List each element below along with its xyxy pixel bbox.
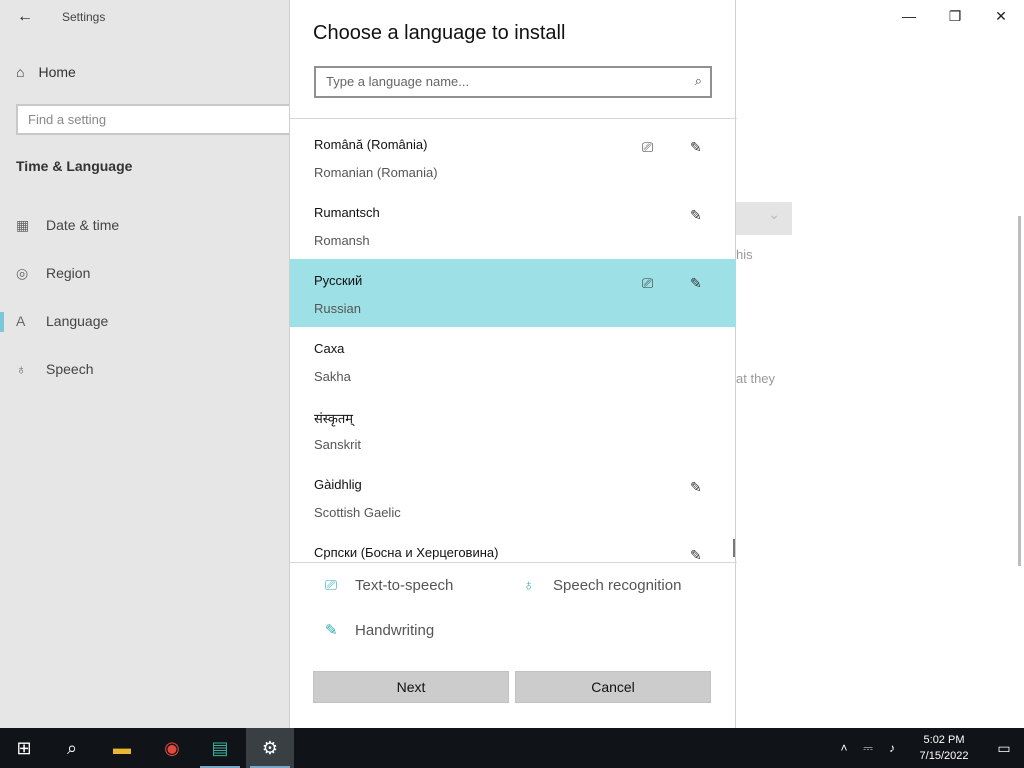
list-scrollbar[interactable] — [733, 539, 735, 557]
language-item-romansh[interactable]: Rumantsch Romansh ✎ — [290, 191, 736, 259]
language-search-input[interactable]: Type a language name... ⌕ — [314, 66, 712, 98]
language-native-name: Српски (Босна и Херцеговина) — [314, 545, 499, 560]
handwriting-icon: ✎ — [690, 139, 702, 155]
chrome-icon[interactable]: ◉ — [148, 728, 196, 768]
section-title: Time & Language — [16, 158, 133, 174]
text-to-speech-icon: ⎚ — [325, 577, 338, 594]
language-english-name: Sakha — [314, 369, 351, 384]
legend-text-to-speech: ⎚ Text-to-speech — [325, 577, 453, 594]
nav-item-language[interactable]: A Language — [0, 301, 289, 341]
language-search-placeholder: Type a language name... — [326, 74, 470, 89]
language-list: Română (România) Romanian (Romania) ⎚ ✎ … — [290, 118, 737, 562]
globe-icon: ◎ — [16, 264, 29, 281]
home-label: Home — [38, 64, 76, 80]
language-native-name: Română (România) — [314, 137, 428, 152]
region-dropdown[interactable] — [735, 202, 792, 235]
settings-gear-icon[interactable]: ⚙ — [246, 728, 294, 768]
scrollbar[interactable] — [1018, 216, 1021, 566]
handwriting-icon: ✎ — [690, 207, 702, 223]
language-item-sanskrit[interactable]: संस्कृतम् Sanskrit — [290, 395, 736, 463]
app-icon[interactable]: ▤ — [196, 728, 244, 768]
microphone-icon: ♁ — [523, 577, 535, 594]
dialog-title: Choose a language to install — [313, 22, 566, 44]
obscured-text: at they — [736, 371, 776, 386]
chevron-up-icon[interactable]: ˄ — [832, 741, 856, 755]
search-icon: ⌕ — [694, 73, 702, 88]
language-english-name: Sanskrit — [314, 437, 361, 452]
language-item-sakha[interactable]: Саха Sakha — [290, 327, 736, 395]
language-native-name: Gàidhlig — [314, 477, 362, 492]
obscured-text: his — [736, 247, 753, 262]
legend-label: Speech recognition — [553, 577, 682, 594]
find-setting-placeholder: Find a setting — [28, 112, 107, 127]
handwriting-icon: ✎ — [690, 547, 702, 562]
find-setting-input[interactable]: Find a setting — [16, 104, 296, 135]
handwriting-icon: ✎ — [325, 622, 338, 639]
language-native-name: संस्कृतम् — [314, 411, 354, 426]
microphone-icon: ♁ — [16, 361, 27, 377]
text-to-speech-icon: ⎚ — [642, 275, 654, 291]
language-icon: A — [16, 313, 26, 329]
nav-label: Region — [46, 265, 91, 281]
nav-label: Date & time — [46, 217, 120, 233]
handwriting-icon: ✎ — [690, 479, 702, 495]
language-item-russian[interactable]: Русский Russian ⎚ ✎ — [290, 259, 736, 327]
legend-handwriting: ✎ Handwriting — [325, 621, 435, 640]
window-controls: — ❐ ✕ — [886, 0, 1024, 32]
system-tray: ˄ ⎓ ♪ 5:02 PM 7/15/2022 ▭ — [832, 728, 1024, 768]
language-native-name: Саха — [314, 341, 345, 356]
text-to-speech-icon: ⎚ — [642, 139, 654, 155]
back-arrow-icon[interactable]: ← — [10, 4, 40, 30]
clock-time: 5:02 PM — [923, 734, 965, 746]
volume-icon[interactable]: ♪ — [880, 741, 904, 755]
calendar-icon: ▦ — [16, 216, 30, 233]
settings-sidebar: ← Settings ⌂ Home Find a setting Time & … — [0, 0, 296, 728]
restore-icon[interactable]: ❐ — [932, 0, 978, 32]
language-native-name: Русский — [314, 273, 363, 288]
network-icon[interactable]: ⎓ — [856, 741, 880, 756]
clock[interactable]: 5:02 PM 7/15/2022 — [904, 732, 984, 764]
legend-label: Text-to-speech — [355, 577, 454, 594]
cancel-button[interactable]: Cancel — [515, 671, 711, 703]
nav-label: Language — [46, 313, 109, 329]
language-native-name: Rumantsch — [314, 205, 380, 220]
language-english-name: Romanian (Romania) — [314, 165, 438, 180]
next-button[interactable]: Next — [313, 671, 509, 703]
windows-start-icon[interactable]: ⊞ — [0, 728, 48, 768]
search-icon[interactable]: ⌕ — [48, 728, 96, 768]
language-english-name: Scottish Gaelic — [314, 505, 401, 520]
notification-icon[interactable]: ▭ — [984, 740, 1024, 757]
nav-label: Speech — [46, 361, 94, 377]
home-nav[interactable]: ⌂ Home — [16, 64, 76, 80]
legend-speech-recognition: ♁ Speech recognition — [523, 577, 681, 594]
legend-label: Handwriting — [355, 621, 435, 639]
feature-legend: ⎚ Text-to-speech ♁ Speech recognition ✎ … — [290, 562, 737, 672]
taskbar: ⊞ ⌕ ▬ ◉ ▤ ⚙ ˄ ⎓ ♪ 5:02 PM 7/15/2022 ▭ — [0, 728, 1024, 768]
window-title: Settings — [62, 10, 106, 24]
language-item-serbian-bosnia[interactable]: Српски (Босна и Херцеговина) ✎ — [290, 531, 736, 562]
nav-item-region[interactable]: ◎ Region — [0, 253, 289, 293]
home-icon: ⌂ — [16, 64, 25, 80]
handwriting-icon: ✎ — [690, 275, 702, 291]
language-english-name: Romansh — [314, 233, 370, 248]
language-english-name: Russian — [314, 301, 361, 316]
clock-date: 7/15/2022 — [919, 750, 969, 762]
language-item-scottish-gaelic[interactable]: Gàidhlig Scottish Gaelic ✎ — [290, 463, 736, 531]
language-item-romanian[interactable]: Română (România) Romanian (Romania) ⎚ ✎ — [290, 123, 736, 191]
close-icon[interactable]: ✕ — [978, 0, 1024, 32]
minimize-icon[interactable]: — — [886, 0, 932, 32]
language-install-dialog: Choose a language to install Type a lang… — [289, 0, 737, 728]
file-explorer-icon[interactable]: ▬ — [98, 728, 146, 768]
nav-item-date-time[interactable]: ▦ Date & time — [0, 205, 289, 245]
nav-item-speech[interactable]: ♁ Speech — [0, 349, 289, 389]
